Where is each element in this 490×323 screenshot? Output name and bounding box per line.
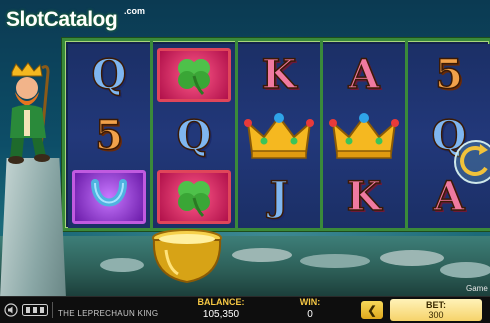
symbol-cell xyxy=(70,168,148,226)
settings-icon[interactable] xyxy=(22,304,48,316)
win-value: 0 xyxy=(307,309,313,320)
letter-symbol: Q xyxy=(176,112,212,159)
symbol-cell xyxy=(155,168,233,226)
crown-icon xyxy=(244,113,314,159)
game-title: THE LEPRECHAUN KING xyxy=(58,309,159,318)
letter-symbol: 5 xyxy=(434,51,463,98)
letter-symbol: Q xyxy=(91,51,127,98)
symbol-cell: K xyxy=(325,168,403,226)
symbol-cell: J xyxy=(240,168,318,226)
sound-icon[interactable] xyxy=(4,303,18,317)
symbol-cell xyxy=(240,107,318,165)
symbol-cell: Q xyxy=(70,46,148,104)
reel-4: A K xyxy=(323,44,405,228)
bet-decrease-button[interactable]: ❮ xyxy=(361,301,383,319)
pot-of-gold xyxy=(152,229,222,284)
letter-symbol: K xyxy=(261,51,297,98)
letter-symbol: 5 xyxy=(94,112,123,159)
clover-icon xyxy=(178,181,210,218)
side-game-label: Game xyxy=(466,284,488,293)
horseshoe-symbol xyxy=(72,170,146,224)
leprechaun-king-character xyxy=(8,62,50,164)
rock xyxy=(232,248,292,262)
balance-value: 105,350 xyxy=(202,309,240,320)
crown-icon xyxy=(329,113,399,159)
symbol-cell: 5 xyxy=(410,46,488,104)
reel-1: Q 5 xyxy=(68,44,150,228)
rock xyxy=(440,262,490,278)
rock xyxy=(380,250,444,266)
symbol-cell xyxy=(325,107,403,165)
win-label: WIN: xyxy=(299,297,321,307)
letter-symbol: K xyxy=(346,173,382,220)
reel-area: Q 5 Q K J A K 5 Q A xyxy=(62,38,490,231)
bet-label: BET: xyxy=(426,300,446,310)
rock xyxy=(100,258,144,272)
horseshoe-icon xyxy=(91,179,127,207)
rock-pedestal xyxy=(0,158,66,298)
reel-2: Q xyxy=(153,44,235,228)
bet-selector[interactable]: BET: 300 xyxy=(390,299,482,321)
logo-suffix: .com xyxy=(124,6,146,16)
clover-symbol xyxy=(157,48,231,102)
letter-symbol: A xyxy=(348,51,381,98)
ground xyxy=(0,236,490,296)
logo-word-slot: Slot xyxy=(6,8,44,31)
reel-3: K J xyxy=(238,44,320,228)
symbol-cell: A xyxy=(325,46,403,104)
logo-word-catalog: Catalog xyxy=(43,8,118,31)
symbol-cell xyxy=(155,46,233,104)
rock xyxy=(300,254,370,268)
reel-5: 5 Q A xyxy=(408,44,490,228)
letter-symbol: J xyxy=(269,173,289,220)
symbol-cell: 5 xyxy=(70,107,148,165)
clover-symbol xyxy=(157,170,231,224)
symbol-cell: K xyxy=(240,46,318,104)
bar-divider xyxy=(52,302,53,318)
clover-icon xyxy=(178,59,210,96)
spin-button-icon[interactable] xyxy=(452,138,490,186)
bet-value: 300 xyxy=(428,310,444,320)
balance-label: BALANCE: xyxy=(197,297,245,307)
symbol-cell: Q xyxy=(155,107,233,165)
